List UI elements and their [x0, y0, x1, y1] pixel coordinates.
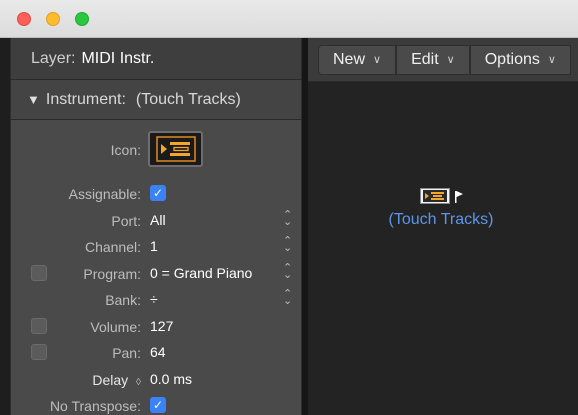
no-transpose-row: No Transpose: ✓ — [11, 392, 301, 415]
delay-unit-chevron-icon[interactable]: ◊ — [136, 377, 141, 388]
window-titlebar — [0, 0, 578, 38]
new-menu-button[interactable]: New ∨ — [318, 44, 397, 75]
program-popup-chevron-icon[interactable]: ⌃ ⌄ — [283, 262, 292, 280]
bank-value[interactable]: ÷ — [150, 291, 158, 307]
port-row: Port: All ⌃ ⌄ — [11, 207, 301, 234]
delay-row: Delay ◊ 0.0 ms — [11, 366, 301, 393]
port-label: Port: — [111, 212, 141, 229]
editor-toolbar: New ∨ Edit ∨ Options ∨ — [308, 38, 578, 82]
bank-popup-chevron-icon[interactable]: ⌃ ⌄ — [283, 289, 292, 307]
touch-tracks-small-icon — [419, 188, 450, 204]
assignable-label: Assignable: — [68, 186, 141, 202]
channel-row: Channel: 1 ⌃ ⌄ — [11, 233, 301, 260]
minimize-window-button[interactable] — [46, 12, 60, 26]
inspector-panel: Layer: MIDI Instr. ▼ Instrument: (Touch … — [10, 38, 302, 415]
pan-row: Pan: 64 — [11, 339, 301, 366]
icon-row: Icon: — [11, 120, 301, 180]
touch-tracks-object[interactable]: (Touch Tracks) — [376, 188, 506, 229]
channel-popup-chevron-icon[interactable]: ⌃ ⌄ — [283, 236, 292, 254]
instrument-icon-button[interactable] — [148, 131, 203, 167]
port-value[interactable]: All — [150, 212, 166, 228]
zoom-window-button[interactable] — [75, 12, 89, 26]
program-value[interactable]: 0 = Grand Piano — [150, 265, 252, 281]
bank-row: Bank: ÷ ⌃ ⌄ — [11, 286, 301, 313]
delay-label: Delay — [92, 371, 129, 388]
bank-label: Bank: — [105, 292, 141, 308]
chevron-down-icon: ∨ — [446, 54, 455, 66]
program-label: Program: — [83, 265, 141, 282]
delay-value[interactable]: 0.0 ms — [150, 371, 192, 387]
program-checkbox[interactable] — [31, 264, 47, 281]
port-popup-chevron-icon[interactable]: ⌃ ⌄ — [283, 209, 292, 227]
close-window-button[interactable] — [17, 12, 31, 26]
instrument-section-header[interactable]: ▼ Instrument: (Touch Tracks) — [11, 80, 301, 120]
program-row: Program: 0 = Grand Piano ⌃ ⌄ — [11, 260, 301, 287]
layer-label: Layer: — [31, 49, 76, 67]
channel-value[interactable]: 1 — [150, 238, 158, 254]
volume-value[interactable]: 127 — [150, 318, 173, 334]
assignable-checkbox[interactable]: ✓ — [150, 185, 166, 201]
no-transpose-label: No Transpose: — [49, 398, 141, 414]
touch-tracks-icon — [155, 136, 196, 162]
chevron-down-icon: ∨ — [547, 54, 556, 66]
pan-value[interactable]: 64 — [150, 344, 166, 360]
environment-editor: New ∨ Edit ∨ Options ∨ (Touch Tracks) — [308, 38, 578, 415]
pan-label: Pan: — [112, 345, 141, 361]
volume-label: Volume: — [90, 318, 141, 335]
pan-checkbox[interactable] — [31, 344, 47, 360]
volume-row: Volume: 127 — [11, 313, 301, 340]
instrument-name: (Touch Tracks) — [135, 90, 241, 108]
channel-label: Channel: — [84, 239, 141, 255]
assignable-row: Assignable: ✓ — [11, 180, 301, 207]
options-menu-button[interactable]: Options ∨ — [469, 44, 571, 75]
midi-output-flag-icon[interactable] — [454, 190, 463, 203]
object-name-label[interactable]: (Touch Tracks) — [376, 211, 506, 229]
chevron-down-icon: ∨ — [373, 54, 382, 66]
volume-checkbox[interactable] — [31, 317, 47, 334]
layer-value: MIDI Instr. — [81, 49, 155, 67]
layer-selector[interactable]: Layer: MIDI Instr. — [11, 38, 301, 80]
delay-selector[interactable]: Delay ◊ — [92, 372, 141, 388]
edit-menu-button[interactable]: Edit ∨ — [396, 44, 470, 75]
section-label: Instrument: — [45, 90, 126, 108]
no-transpose-checkbox[interactable]: ✓ — [150, 397, 166, 413]
disclosure-triangle-icon[interactable]: ▼ — [27, 92, 40, 107]
icon-label: Icon: — [110, 142, 141, 158]
